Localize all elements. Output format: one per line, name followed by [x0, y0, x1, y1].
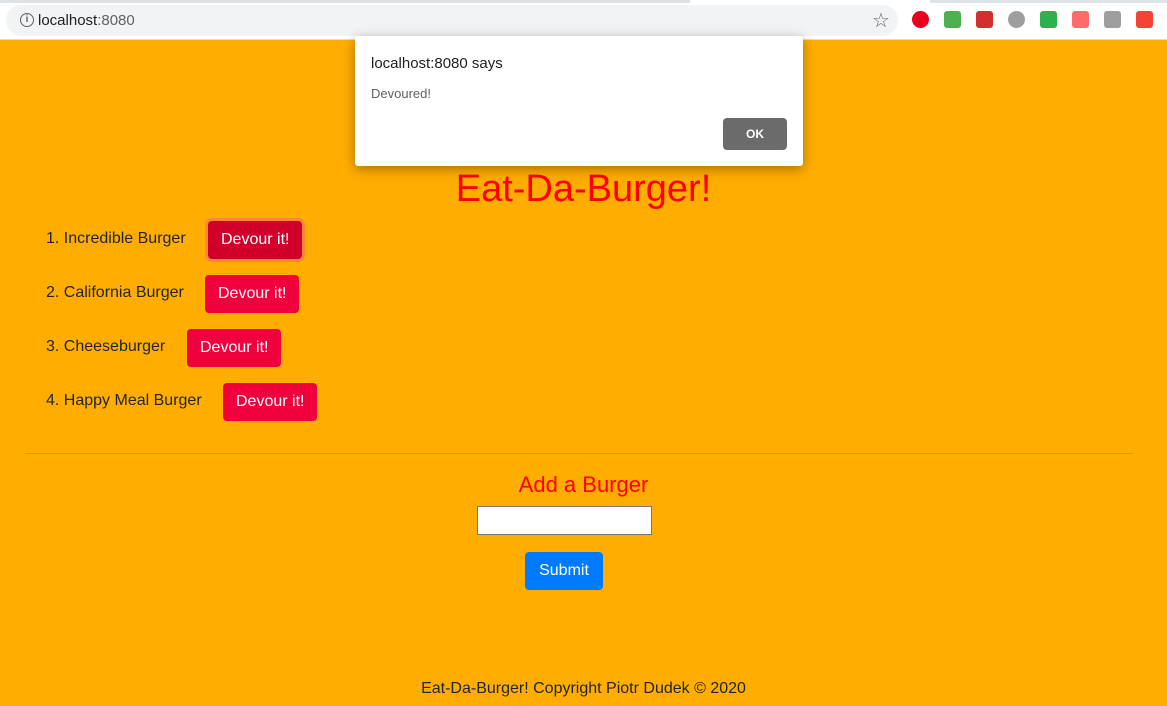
cast-extension-icon[interactable]: [1072, 11, 1089, 28]
footer-copyright: Eat-Da-Burger! Copyright Piotr Dudek © 2…: [421, 680, 746, 697]
alert-message: Devoured!: [371, 86, 431, 101]
devour-button[interactable]: Devour it!: [187, 329, 282, 367]
alert-dialog: localhost:8080 says Devoured! OK: [355, 36, 803, 166]
rainbow-extension-icon[interactable]: [944, 11, 961, 28]
burger-name-input[interactable]: [477, 506, 652, 535]
tab-strip: [0, 0, 690, 3]
submit-button[interactable]: Submit: [525, 552, 603, 590]
tab-strip-right: [930, 0, 1167, 3]
burger-name: 2. California Burger: [46, 284, 184, 301]
burger-name: 1. Incredible Burger: [46, 230, 186, 247]
chat-extension-icon[interactable]: [1008, 11, 1025, 28]
add-burger-heading: Add a Burger: [518, 472, 649, 497]
page-title: Eat-Da-Burger!: [455, 168, 712, 210]
feedly-extension-icon[interactable]: [1040, 11, 1057, 28]
translate-extension-icon[interactable]: [1104, 11, 1121, 28]
off-extension-icon[interactable]: [1136, 11, 1153, 28]
url-text[interactable]: localhost:8080: [38, 12, 135, 29]
star-icon[interactable]: ☆: [872, 8, 890, 33]
bookmark-extension-icon[interactable]: [976, 11, 993, 28]
divider: [25, 453, 1133, 454]
alert-title: localhost:8080 says: [371, 55, 503, 72]
burger-name: 4. Happy Meal Burger: [46, 392, 202, 409]
devour-button[interactable]: Devour it!: [223, 383, 318, 421]
browser-toolbar: i localhost:8080 ☆: [0, 0, 1167, 40]
devour-button[interactable]: Devour it!: [208, 221, 303, 259]
info-icon[interactable]: i: [20, 13, 34, 27]
adblock-extension-icon[interactable]: [912, 11, 929, 28]
ok-button[interactable]: OK: [723, 118, 787, 150]
devour-button[interactable]: Devour it!: [205, 275, 300, 313]
address-bar[interactable]: i localhost:8080 ☆: [6, 5, 898, 36]
burger-name: 3. Cheeseburger: [46, 338, 166, 355]
